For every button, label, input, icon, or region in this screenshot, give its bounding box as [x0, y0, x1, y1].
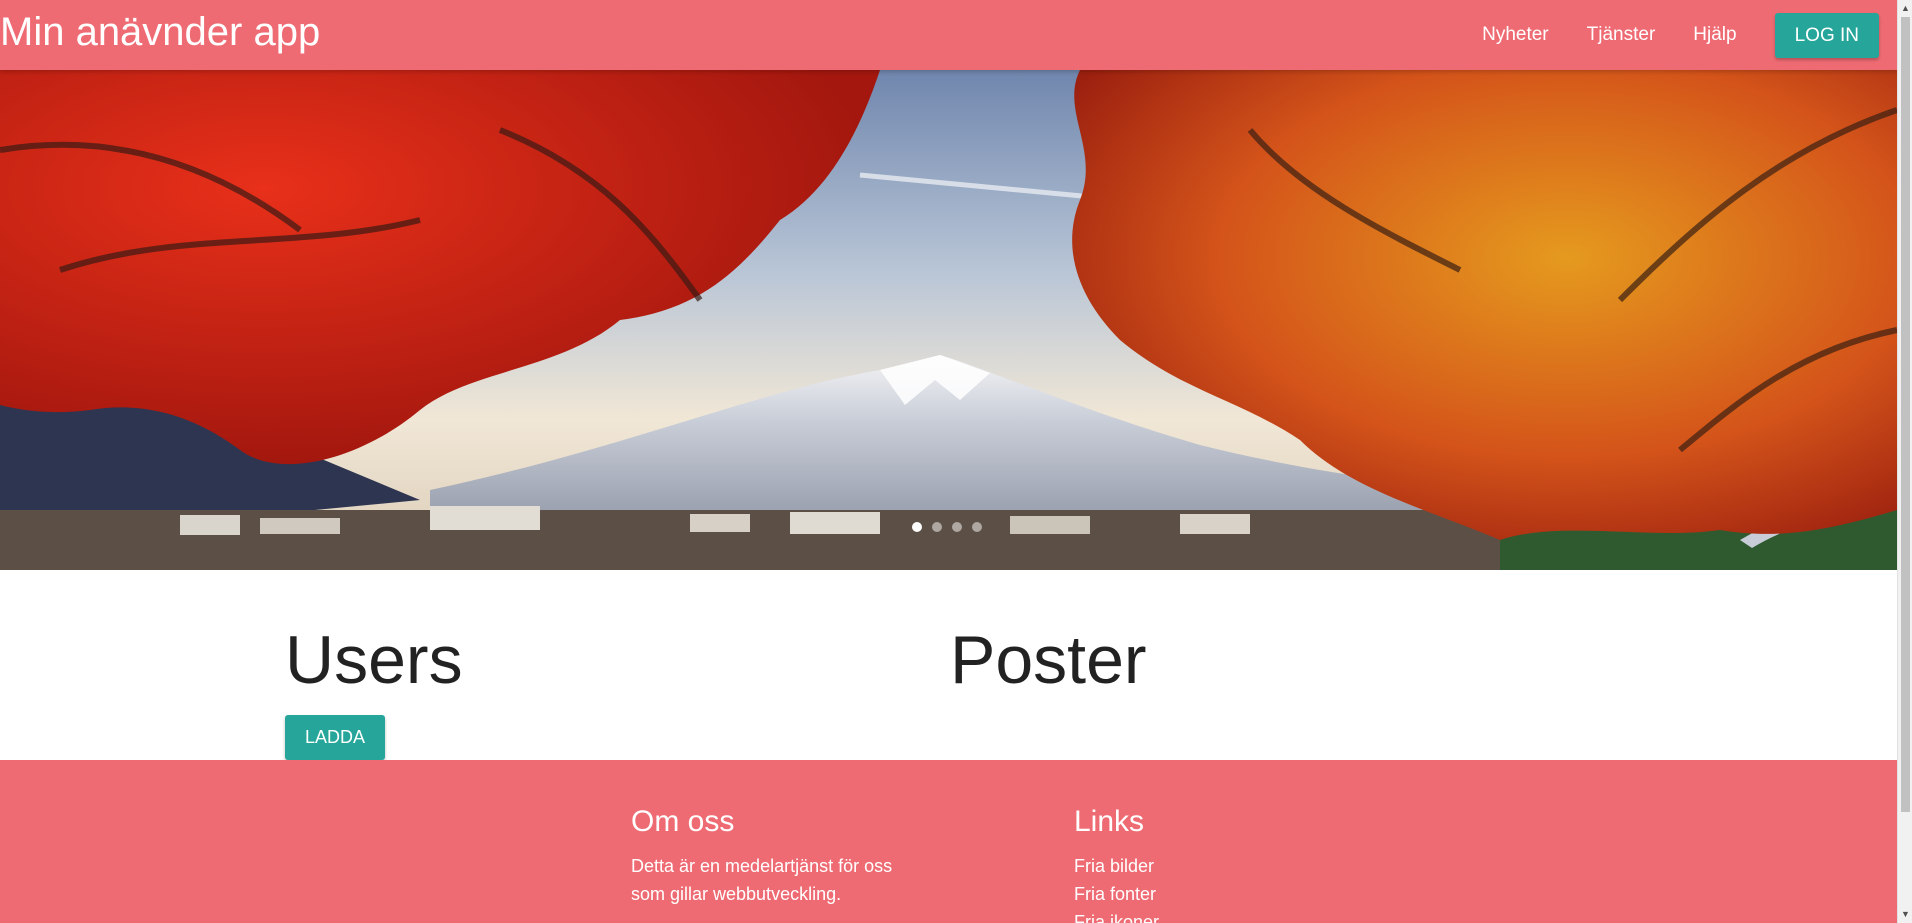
- carousel-indicators: [912, 522, 982, 532]
- brand-title[interactable]: Min anävnder app: [0, 8, 320, 56]
- nav-link-tjanster[interactable]: Tjänster: [1568, 0, 1675, 70]
- footer-link-fria-bilder[interactable]: Fria bilder: [1074, 852, 1374, 880]
- scroll-down-arrow-icon[interactable]: ▼: [1898, 906, 1912, 923]
- scrollbar-thumb[interactable]: [1901, 17, 1910, 812]
- scroll-up-arrow-icon[interactable]: ▲: [1898, 0, 1912, 17]
- users-heading: Users: [285, 622, 463, 698]
- carousel-dot-1[interactable]: [912, 522, 922, 532]
- footer-link-fria-ikoner[interactable]: Fria ikoner: [1074, 908, 1374, 923]
- nav-links: Nyheter Tjänster Hjälp LOG IN: [1463, 0, 1897, 70]
- vertical-scrollbar[interactable]: ▲ ▼: [1897, 0, 1912, 923]
- about-text: Detta är en medelartjänst för oss som gi…: [631, 856, 893, 904]
- page: Min anävnder app Nyheter Tjänster Hjälp …: [0, 0, 1897, 923]
- hero-image: [0, 70, 1897, 570]
- links-heading: Links: [1074, 805, 1145, 838]
- footer-link-fria-fonter[interactable]: Fria fonter: [1074, 880, 1374, 908]
- poster-heading: Poster: [950, 622, 1147, 698]
- footer-about: Om oss Detta är en medelartjänst för oss…: [631, 802, 931, 908]
- footer: Om oss Detta är en medelartjänst för oss…: [0, 760, 1897, 923]
- footer-links: Links Fria bilder Fria fonter Fria ikone…: [1074, 802, 1374, 923]
- nav-link-hjalp[interactable]: Hjälp: [1674, 0, 1755, 70]
- carousel-dot-3[interactable]: [952, 522, 962, 532]
- main-content: Users LADDA Poster: [0, 570, 1897, 760]
- carousel-dot-2[interactable]: [932, 522, 942, 532]
- navbar: Min anävnder app Nyheter Tjänster Hjälp …: [0, 0, 1897, 70]
- login-button[interactable]: LOG IN: [1774, 12, 1879, 58]
- about-heading: Om oss: [631, 805, 735, 838]
- hero-carousel[interactable]: [0, 70, 1897, 570]
- load-button[interactable]: LADDA: [285, 715, 386, 760]
- nav-link-nyheter[interactable]: Nyheter: [1463, 0, 1568, 70]
- carousel-dot-4[interactable]: [972, 522, 982, 532]
